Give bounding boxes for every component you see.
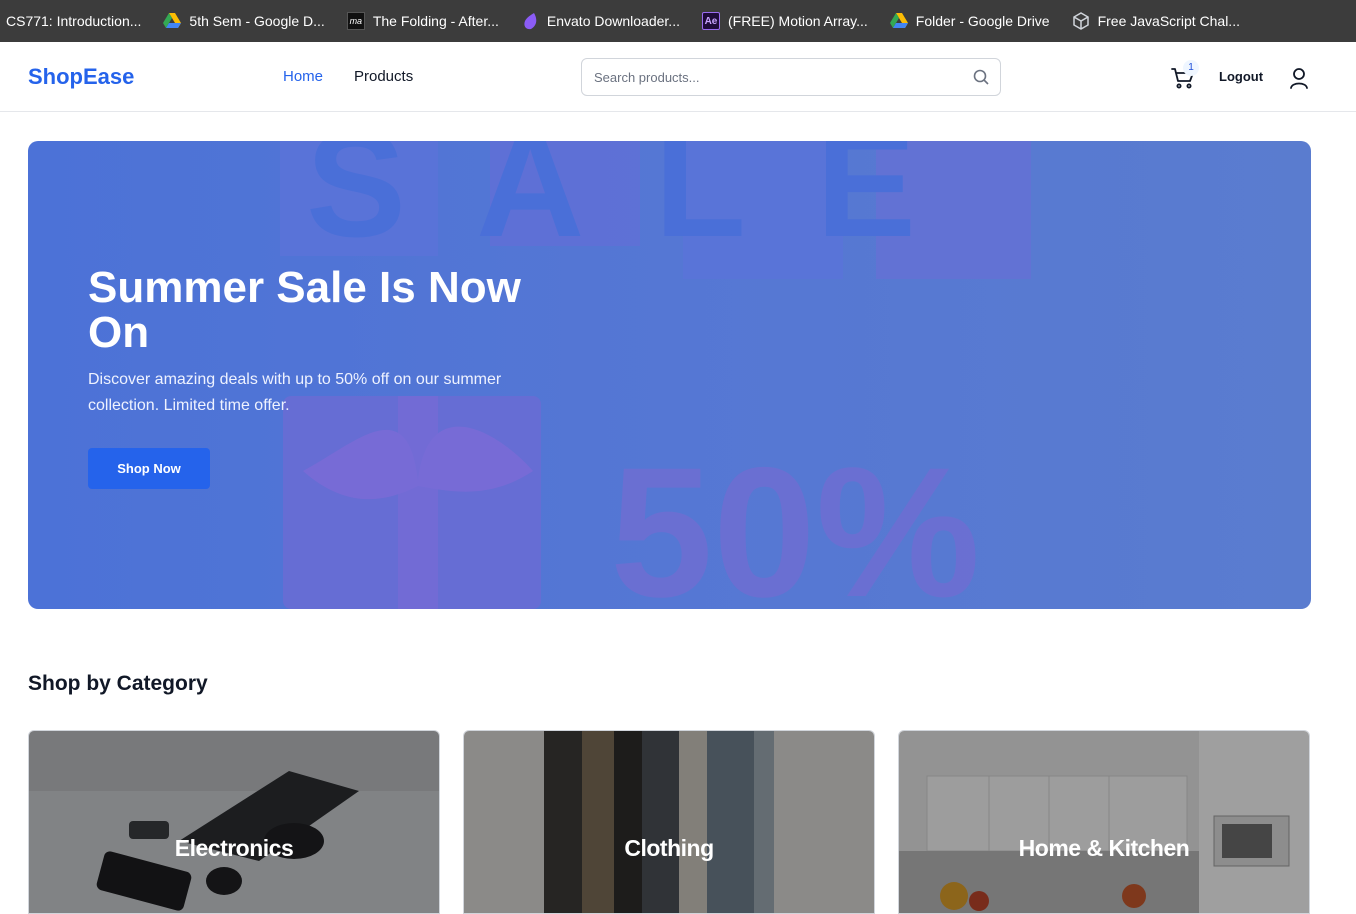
- cube-icon: [1072, 12, 1090, 30]
- bookmark-label: Folder - Google Drive: [915, 13, 1050, 29]
- category-overlay: [899, 731, 1309, 913]
- bookmark-free-motion-array[interactable]: Ae (FREE) Motion Array...: [701, 0, 868, 42]
- category-card-electronics[interactable]: Electronics: [28, 730, 440, 914]
- bookmark-envato[interactable]: Envato Downloader...: [521, 0, 680, 42]
- bookmark-label: The Folding - After...: [372, 13, 499, 29]
- category-label-home-kitchen: Home & Kitchen: [1018, 835, 1190, 861]
- envato-icon: [521, 12, 539, 30]
- bookmark-5th-sem[interactable]: 5th Sem - Google D...: [163, 0, 325, 42]
- logout-button[interactable]: Logout: [1219, 69, 1263, 84]
- section-title-categories: Shop by Category: [28, 672, 208, 695]
- google-drive-icon: [889, 12, 908, 30]
- bookmark-label: Envato Downloader...: [546, 13, 680, 29]
- google-drive-icon: [163, 12, 182, 30]
- category-label-clothing: Clothing: [624, 835, 714, 861]
- category-card-home-kitchen[interactable]: Home & Kitchen: [898, 730, 1310, 914]
- bookmarks-bar: CS771: Introduction... 5th Sem - Google …: [0, 0, 1356, 42]
- nav-home-link[interactable]: Home: [283, 68, 323, 85]
- logo[interactable]: ShopEase: [28, 64, 134, 90]
- category-overlay: [29, 731, 439, 913]
- hero-title: Summer Sale Is Now On: [88, 263, 521, 357]
- shop-now-button[interactable]: Shop Now: [88, 448, 210, 489]
- site-header: ShopEase Home Products Logout: [0, 42, 1356, 112]
- motion-array-icon: ma: [346, 12, 365, 30]
- hero-banner: SALE 50% Summer Sale Is Now On Discover …: [28, 141, 1311, 609]
- search-icon[interactable]: [972, 68, 990, 86]
- bookmark-label: Free JavaScript Chal...: [1097, 13, 1240, 29]
- cart-count-badge: 1: [1183, 60, 1199, 76]
- bookmark-label: CS771: Introduction...: [6, 13, 142, 29]
- bookmark-free-javascript[interactable]: Free JavaScript Chal...: [1072, 0, 1240, 42]
- search-bar: [581, 58, 1001, 96]
- bookmark-the-folding[interactable]: ma The Folding - After...: [346, 0, 499, 42]
- after-effects-icon: Ae: [701, 12, 720, 30]
- search-input[interactable]: [582, 59, 962, 95]
- hero-bg-sale-text: SALE: [306, 141, 986, 268]
- bookmark-label: (FREE) Motion Array...: [727, 13, 868, 29]
- hero-subtitle: Discover amazing deals with up to 50% of…: [88, 371, 502, 414]
- nav-products-link[interactable]: Products: [354, 68, 413, 85]
- bookmark-cs771[interactable]: CS771: Introduction...: [6, 0, 141, 42]
- hero-bg-discount-text: 50%: [610, 430, 980, 609]
- category-overlay: [464, 731, 874, 913]
- bookmark-folder-google-drive[interactable]: Folder - Google Drive: [889, 0, 1050, 42]
- category-label-electronics: Electronics: [174, 835, 294, 861]
- category-card-clothing[interactable]: Clothing: [463, 730, 875, 914]
- bookmark-label: 5th Sem - Google D...: [189, 13, 325, 29]
- user-icon[interactable]: [1288, 66, 1310, 90]
